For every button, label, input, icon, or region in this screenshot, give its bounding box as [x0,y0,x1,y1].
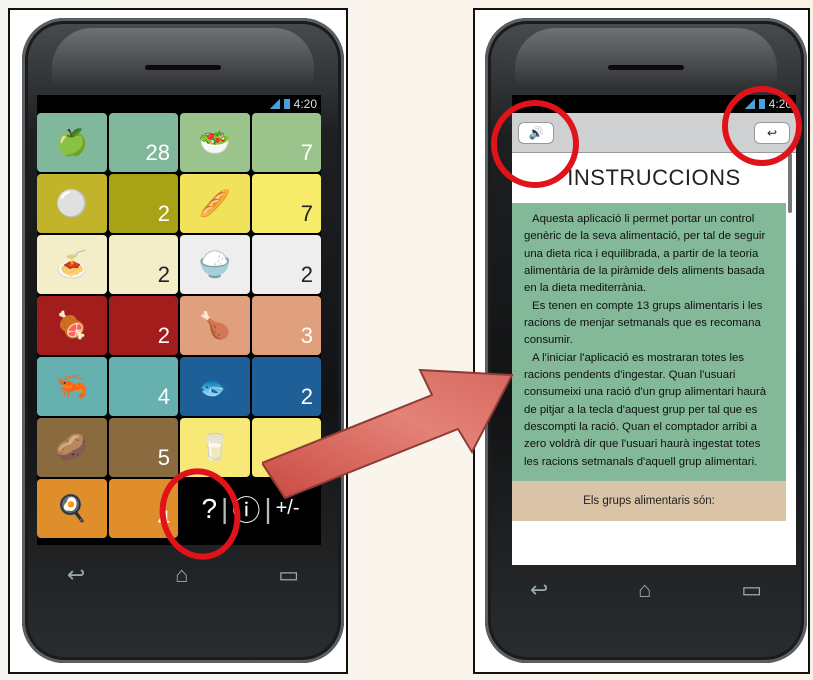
signal-icon [269,99,280,109]
portion-count[interactable]: 2 [108,174,178,233]
pasta-icon[interactable]: 🍝 [37,235,107,294]
potatoes-icon[interactable]: 🥔 [37,418,107,477]
instructions-text: Aquesta aplicació li permet portar un co… [512,203,786,481]
shrimp-fish-icon[interactable]: 🦐 [37,357,107,416]
portion-count[interactable]: 5 [108,418,178,477]
earpiece-speaker [145,65,221,70]
egg-icon[interactable]: 🍳 [37,479,107,538]
transition-arrow [262,368,514,500]
sound-highlight-ring [491,100,579,188]
portion-count[interactable]: 2 [108,296,178,355]
right-nav-bar: ↩ ⌂ ▭ [485,570,807,610]
nav-recent-icon[interactable]: ▭ [741,577,762,603]
scrollbar[interactable] [788,153,792,213]
fish-icon[interactable]: 🐟 [180,357,250,416]
portion-count[interactable]: 3 [251,296,321,355]
bread-icon[interactable]: 🥖 [180,174,250,233]
portion-count[interactable]: 2 [108,235,178,294]
earpiece-speaker [608,65,684,70]
portion-count[interactable]: 4 [108,357,178,416]
back-highlight-ring [722,86,802,166]
beans-icon[interactable]: ⚪ [37,174,107,233]
instructions-paragraph-2: Es tenen en compte 13 grups alimentaris … [524,299,763,347]
left-nav-bar: ↩ ⌂ ▭ [22,555,344,595]
instructions-paragraph-3: A l'iniciar l'aplicació es mostraran tot… [524,351,767,468]
battery-icon [283,99,290,109]
nav-home-icon[interactable]: ⌂ [175,562,188,588]
nav-home-icon[interactable]: ⌂ [638,577,651,603]
status-time: 4:20 [293,97,317,111]
nav-back-icon[interactable]: ↩ [530,577,548,603]
nav-recent-icon[interactable]: ▭ [278,562,299,588]
food-groups-heading: Els grups alimentaris són: [512,480,786,521]
ham-icon[interactable]: 🍖 [37,296,107,355]
portion-count[interactable]: 7 [251,113,321,172]
nav-back-icon[interactable]: ↩ [67,562,85,588]
chicken-icon[interactable]: 🍗 [180,296,250,355]
status-bar: 4:20 [37,95,321,113]
rice-bowl-icon[interactable]: 🍚 [180,235,250,294]
instructions-paragraph-1: Aquesta aplicació li permet portar un co… [524,213,766,295]
portion-count[interactable]: 7 [251,174,321,233]
apple-icon[interactable]: 🍏 [37,113,107,172]
portion-count[interactable]: 2 [251,235,321,294]
salad-icon[interactable]: 🥗 [180,113,250,172]
portion-count[interactable]: 28 [108,113,178,172]
